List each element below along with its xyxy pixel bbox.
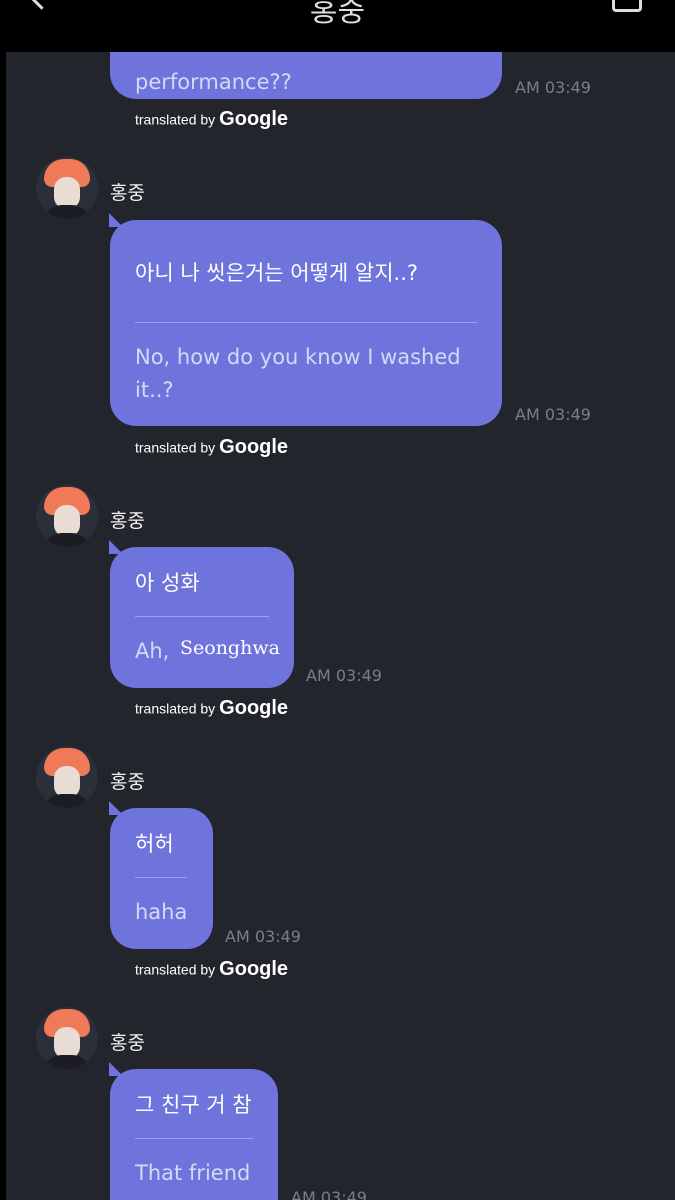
google-translate-credit: translated by Google — [135, 436, 289, 458]
google-translate-credit: translated by Google — [135, 697, 289, 719]
divider — [135, 322, 477, 323]
google-logo: Google — [219, 958, 289, 980]
original-text: 그 친구 거 참 — [135, 1093, 252, 1117]
sender-name: 홍중 — [110, 771, 145, 793]
google-logo: Google — [219, 108, 289, 130]
message-time: AM 03:49 — [306, 666, 382, 685]
photo-off-icon[interactable] — [612, 0, 642, 12]
avatar[interactable] — [36, 157, 98, 219]
translated-text: Ah, — [135, 639, 170, 663]
avatar[interactable] — [36, 746, 98, 808]
chat-area[interactable]: performance?? AM 03:49 translated by Goog… — [6, 52, 675, 1200]
message-bubble[interactable]: 허허 haha — [109, 801, 213, 949]
translated-text: performance?? — [135, 70, 292, 94]
chat-title: 홍중 — [309, 0, 366, 29]
message-time: AM 03:49 — [515, 78, 591, 97]
message-bubble[interactable]: performance?? — [110, 52, 502, 99]
google-logo: Google — [219, 697, 289, 719]
top-bar: 홍중 — [0, 0, 675, 52]
sender-name: 홍중 — [110, 1032, 145, 1054]
divider — [135, 1138, 253, 1139]
google-translate-credit: translated by Google — [135, 108, 289, 130]
original-text: 아 성화 — [135, 571, 200, 595]
avatar[interactable] — [36, 485, 98, 547]
google-logo: Google — [219, 436, 289, 458]
google-translate-credit: translated by Google — [135, 958, 289, 980]
divider — [135, 616, 269, 617]
sender-name: 홍중 — [110, 510, 145, 532]
message-bubble[interactable]: 아 성화 Ah, Seonghwa — [109, 540, 294, 688]
message-bubble[interactable]: 그 친구 거 참 That friend — [109, 1062, 278, 1200]
message-time: AM 03:49 — [225, 927, 301, 946]
sender-name: 홍중 — [110, 182, 145, 204]
translated-text: That friend — [135, 1161, 251, 1185]
original-text: 허허 — [135, 832, 174, 856]
message-time: AM 03:49 — [291, 1188, 367, 1200]
message-time: AM 03:49 — [515, 405, 591, 424]
translated-text: No, how do you know I washed it..? — [135, 345, 461, 402]
translated-text: haha — [135, 900, 188, 924]
avatar[interactable] — [36, 1007, 98, 1069]
divider — [135, 877, 187, 878]
original-text: 아니 나 씻은거는 어떻게 알지..? — [135, 261, 419, 285]
message-bubble[interactable]: 아니 나 씻은거는 어떻게 알지..? No, how do you know … — [109, 213, 502, 426]
handwritten-overlay: Seonghwa — [180, 637, 280, 659]
